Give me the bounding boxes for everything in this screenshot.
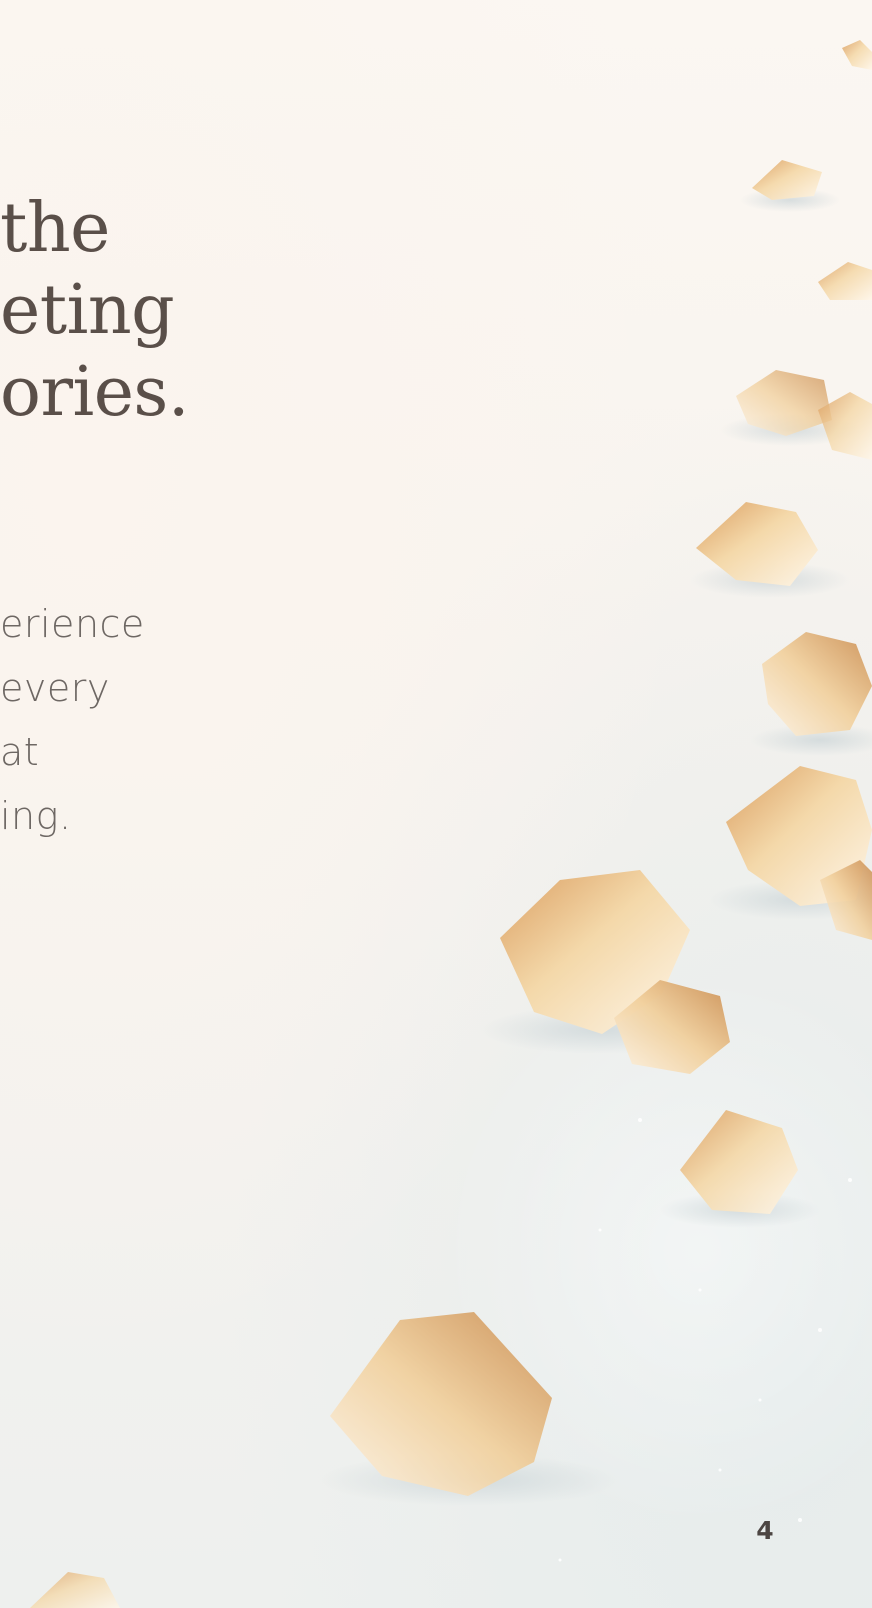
- body-line-2: every: [0, 666, 110, 710]
- crystal-1: [842, 40, 872, 70]
- headline-line-2: eting: [0, 271, 175, 350]
- crystal-3: [818, 262, 872, 300]
- crystal-4: [720, 370, 872, 460]
- crystal-11: [30, 1572, 120, 1608]
- page-number: 4: [756, 1516, 774, 1545]
- crystal-5: [690, 502, 850, 598]
- body-line-1: erience: [0, 602, 145, 646]
- crystal-6: [750, 632, 872, 756]
- body-line-4: ing.: [0, 794, 72, 838]
- headline-line-3: ories.: [0, 353, 189, 432]
- body-paragraph: erience every at ing.: [0, 592, 145, 848]
- headline-line-1: the: [0, 189, 110, 268]
- headline: the eting ories.: [0, 188, 189, 434]
- body-line-3: at: [0, 730, 40, 774]
- brochure-page: the eting ories. erience every at ing. 4: [0, 0, 872, 1608]
- crystal-2: [740, 160, 840, 212]
- crystal-7: [710, 766, 872, 940]
